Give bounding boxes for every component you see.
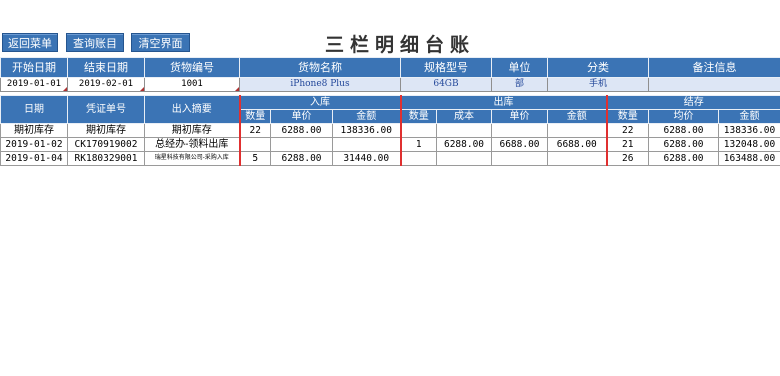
balance-qty-header: 数量 bbox=[605, 109, 649, 124]
out-cost-header: 成本 bbox=[436, 109, 492, 124]
balance-avg-header: 均价 bbox=[648, 109, 719, 124]
row-balance-qty: 22 bbox=[605, 123, 649, 138]
row-out-qty bbox=[399, 123, 437, 138]
row-out-price: 6688.00 bbox=[491, 137, 548, 152]
row-in-amount: 138336.00 bbox=[332, 123, 401, 138]
remark-header: 备注信息 bbox=[648, 57, 780, 78]
row-voucher: 期初库存 bbox=[67, 123, 145, 138]
out-qty-header: 数量 bbox=[399, 109, 437, 124]
row-in-amount bbox=[332, 137, 401, 152]
balance-amount-header: 金额 bbox=[718, 109, 780, 124]
spec-value: 64GB bbox=[400, 77, 492, 92]
start-date-input[interactable]: 2019-01-01 bbox=[0, 77, 68, 92]
row-balance-qty: 21 bbox=[605, 137, 649, 152]
row-in-price bbox=[270, 137, 333, 152]
row-in-price: 6288.00 bbox=[270, 123, 333, 138]
out-price-header: 单价 bbox=[491, 109, 548, 124]
row-in-qty: 5 bbox=[238, 151, 271, 166]
category-value: 手机 bbox=[547, 77, 649, 92]
end-date-input[interactable]: 2019-02-01 bbox=[67, 77, 145, 92]
remark-value bbox=[648, 77, 780, 92]
row-out-price bbox=[491, 123, 548, 138]
category-header: 分类 bbox=[547, 57, 649, 78]
table-row: 期初库存 期初库存 期初库存 22 6288.00 138336.00 22 6… bbox=[0, 123, 780, 138]
row-out-cost bbox=[436, 151, 492, 166]
page-title: 三栏明细台账 bbox=[324, 34, 475, 56]
query-accounts-button[interactable]: 查询账目 bbox=[66, 33, 124, 52]
summary-header: 出入摘要 bbox=[144, 95, 240, 124]
out-amount-header: 金额 bbox=[547, 109, 607, 124]
row-balance-qty: 26 bbox=[605, 151, 649, 166]
row-voucher: CK170919002 bbox=[67, 137, 145, 152]
start-date-header: 开始日期 bbox=[0, 57, 68, 78]
ledger-grid: 开始日期 结束日期 货物编号 货物名称 规格型号 单位 分类 备注信息 2019… bbox=[0, 57, 780, 166]
row-in-qty: 22 bbox=[238, 123, 271, 138]
row-summary: 期初库存 bbox=[144, 123, 240, 138]
spec-header: 规格型号 bbox=[400, 57, 492, 78]
ledger-table: 开始日期 结束日期 货物编号 货物名称 规格型号 单位 分类 备注信息 2019… bbox=[0, 57, 780, 166]
row-out-amount: 6688.00 bbox=[547, 137, 607, 152]
item-code-header: 货物编号 bbox=[144, 57, 240, 78]
row-voucher: RK180329001 bbox=[67, 151, 145, 166]
filter-header-row: 开始日期 结束日期 货物编号 货物名称 规格型号 单位 分类 备注信息 bbox=[0, 57, 780, 78]
voucher-header: 凭证单号 bbox=[67, 95, 145, 124]
out-group-header: 出库 bbox=[399, 95, 607, 110]
row-out-qty bbox=[399, 151, 437, 166]
balance-group-header: 结存 bbox=[605, 95, 780, 110]
row-balance-amount: 132048.00 bbox=[718, 137, 780, 152]
row-in-qty bbox=[238, 137, 271, 152]
row-balance-avg: 6288.00 bbox=[648, 137, 719, 152]
back-to-menu-button[interactable]: 返回菜单 bbox=[2, 33, 58, 52]
date-header: 日期 bbox=[0, 95, 68, 124]
row-out-amount bbox=[547, 151, 607, 166]
in-qty-header: 数量 bbox=[238, 109, 271, 124]
unit-value: 部 bbox=[491, 77, 548, 92]
in-price-header: 单价 bbox=[270, 109, 333, 124]
row-in-amount: 31440.00 bbox=[332, 151, 401, 166]
filter-value-row: 2019-01-01 2019-02-01 1001 iPhone8 Plus … bbox=[0, 77, 780, 92]
row-summary: 总经办-领料出库 bbox=[144, 137, 240, 152]
table-row: 2019-01-04 RK180329001 瑞星科技有限公司-采购入库 5 6… bbox=[0, 151, 780, 166]
row-balance-amount: 163488.00 bbox=[718, 151, 780, 166]
row-out-amount bbox=[547, 123, 607, 138]
in-amount-header: 金额 bbox=[332, 109, 401, 124]
ledger-header-row-1: 日期 凭证单号 出入摘要 入库 出库 结存 bbox=[0, 95, 780, 124]
item-name-value: iPhone8 Plus bbox=[239, 77, 401, 92]
row-balance-amount: 138336.00 bbox=[718, 123, 780, 138]
row-date: 期初库存 bbox=[0, 123, 68, 138]
row-out-cost bbox=[436, 123, 492, 138]
row-out-price bbox=[491, 151, 548, 166]
in-group-header: 入库 bbox=[238, 95, 401, 110]
row-summary: 瑞星科技有限公司-采购入库 bbox=[144, 151, 240, 166]
end-date-header: 结束日期 bbox=[67, 57, 145, 78]
row-balance-avg: 6288.00 bbox=[648, 151, 719, 166]
row-date: 2019-01-02 bbox=[0, 137, 68, 152]
row-out-cost: 6288.00 bbox=[436, 137, 492, 152]
row-date: 2019-01-04 bbox=[0, 151, 68, 166]
row-balance-avg: 6288.00 bbox=[648, 123, 719, 138]
table-row: 2019-01-02 CK170919002 总经办-领料出库 1 6288.0… bbox=[0, 137, 780, 152]
item-name-header: 货物名称 bbox=[239, 57, 401, 78]
row-in-price: 6288.00 bbox=[270, 151, 333, 166]
item-code-input[interactable]: 1001 bbox=[144, 77, 240, 92]
unit-header: 单位 bbox=[491, 57, 548, 78]
row-out-qty: 1 bbox=[399, 137, 437, 152]
clear-screen-button[interactable]: 清空界面 bbox=[131, 33, 190, 52]
